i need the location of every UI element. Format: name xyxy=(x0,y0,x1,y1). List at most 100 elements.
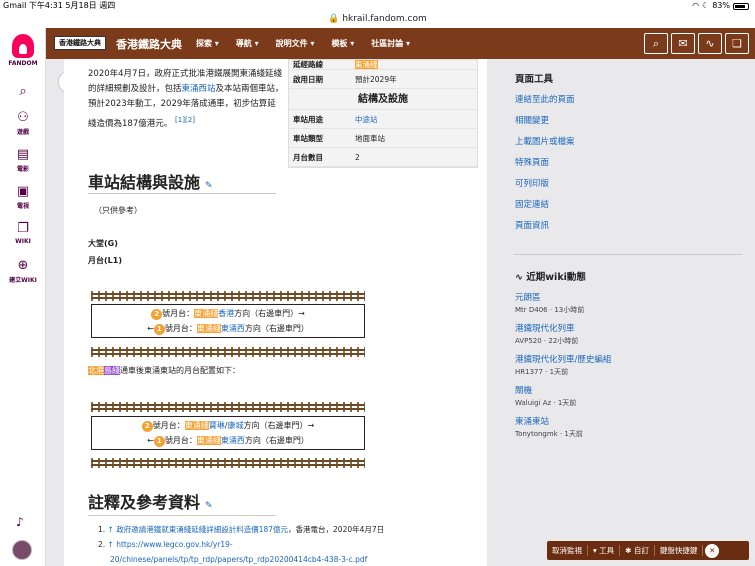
section-heading-references: 註釋及參考資料 ✎ xyxy=(88,489,213,513)
intro-ref[interactable]: [1][2] xyxy=(175,115,195,124)
platform-text: 方向（右邊車門） xyxy=(244,436,309,445)
rail-item-games[interactable]: ⚇ 遊戲 xyxy=(0,110,46,136)
intro-paragraph: 2020年4月7日，政府正式批准港鐵展開東涌綫延綫的詳細規劃及設計，包括東涌西站… xyxy=(88,67,284,132)
close-icon[interactable]: ✕ xyxy=(705,543,720,558)
platform-text: 號月台： xyxy=(164,324,197,333)
tool-what-links-here[interactable]: 連結至此的頁面 xyxy=(515,93,755,114)
line-badge[interactable]: 島綫 xyxy=(104,366,120,375)
reference-number: 1. xyxy=(98,525,106,534)
menu-community[interactable]: 社區討論 ▾ xyxy=(371,38,410,49)
wiki-logo[interactable]: 香港鐵路大典 xyxy=(54,36,106,50)
infobox-key: 啟用日期 xyxy=(293,74,323,84)
recent-item: 港鐵現代化列車 AVP520 · 22小時前 xyxy=(515,322,755,346)
reference-link[interactable]: ↑ https://www.legco.gov.hk/yr19- xyxy=(108,540,233,549)
recent-item-title[interactable]: 東涌東站 xyxy=(515,415,755,427)
tool-permanent-link[interactable]: 固定連結 xyxy=(515,198,755,219)
fandom-logo[interactable]: FANDOM xyxy=(8,34,38,67)
notification-bell-icon[interactable]: ♪ xyxy=(16,515,24,529)
destination-link[interactable]: 東涌西 xyxy=(221,436,245,445)
rail-item-wiki[interactable]: ❐ WIKI xyxy=(0,221,46,245)
infobox-key: 月台數目 xyxy=(293,152,323,162)
menu-navigation[interactable]: 導航 ▾ xyxy=(236,38,259,49)
more-icon[interactable]: ❏ xyxy=(725,33,749,54)
wiki-icon: ❐ xyxy=(17,221,29,236)
rail-item-tv[interactable]: ▣ 電視 xyxy=(0,184,46,210)
section-heading-structure: 車站結構與設施 ✎ xyxy=(88,169,213,193)
line-badge[interactable]: 北港 xyxy=(88,366,104,375)
search-icon[interactable]: ⌕ xyxy=(644,33,668,54)
rail-item-label: 電視 xyxy=(16,203,29,210)
unwatch-button[interactable]: 取消監視 xyxy=(547,545,588,556)
tools-button[interactable]: ▾ 工具 xyxy=(588,545,621,556)
game-icon: ⚇ xyxy=(17,110,29,125)
platform-text: 方向（右邊車門）→ xyxy=(243,421,315,430)
menu-explore[interactable]: 探索 ▾ xyxy=(196,38,219,49)
search-icon: ⌕ xyxy=(19,84,27,99)
wiki-name[interactable]: 香港鐵路大典 xyxy=(116,36,182,52)
fandom-flame-icon xyxy=(12,34,34,58)
bottom-toolbar: 取消監視 ▾ 工具 ✱ 自訂 鍵盤快捷鍵 ✕ xyxy=(547,541,749,560)
shortcuts-button[interactable]: 鍵盤快捷鍵 xyxy=(655,545,704,556)
article-content: 2020年4月7日，政府正式批准港鐵展開東涌綫延綫的詳細規劃及設計，包括東涌西站… xyxy=(64,59,487,566)
recent-item-title[interactable]: 港鐵現代化列車/歷史編組 xyxy=(515,353,755,365)
recent-item: 閘機 Waluigi Az · 1天前 xyxy=(515,384,755,408)
level-platform: 月台(L1) xyxy=(88,256,122,265)
tool-upload[interactable]: 上載圖片或檔案 xyxy=(515,135,755,156)
platform-number-badge: 1 xyxy=(153,324,165,335)
destination-link[interactable]: 東涌西 xyxy=(221,324,245,333)
platform-2-line: 2 號月台：東涌綫香港方向（右邊車門）→ xyxy=(92,308,364,320)
tool-printable[interactable]: 可列印版 xyxy=(515,177,755,198)
tool-page-info[interactable]: 頁面資訊 xyxy=(515,219,755,240)
rail-track xyxy=(91,291,365,301)
wiki-top-nav: 香港鐵路大典 香港鐵路大典 探索 ▾ 導航 ▾ 說明文件 ▾ 模板 ▾ 社區討論… xyxy=(46,28,755,59)
edit-section-icon[interactable]: ✎ xyxy=(205,181,213,191)
plus-icon: ⊕ xyxy=(17,258,29,273)
line-badge[interactable]: 東涌綫 xyxy=(184,421,209,430)
recent-item-title[interactable]: 港鐵現代化列車 xyxy=(515,322,755,334)
only-reference-note: （只供參考） xyxy=(94,206,142,215)
sidebar-divider xyxy=(514,254,742,255)
rail-search-button[interactable]: ⌕ xyxy=(0,84,46,101)
menu-templates[interactable]: 模板 ▾ xyxy=(331,38,354,49)
discussion-icon[interactable]: ✉ xyxy=(671,33,695,54)
platform-number-badge: 2 xyxy=(151,309,163,320)
destination-link[interactable]: 寶琳 xyxy=(209,421,225,430)
intro-link[interactable]: 東涌西站 xyxy=(182,84,216,94)
battery-icon xyxy=(733,2,749,10)
line-badge[interactable]: 東涌綫 xyxy=(196,436,221,445)
platform-text: 方向（右邊車門） xyxy=(244,324,309,333)
user-avatar[interactable] xyxy=(12,540,32,560)
url-text: hkrail.fandom.com xyxy=(342,14,427,24)
rail-item-movies[interactable]: ▤ 電影 xyxy=(0,147,46,173)
tool-related-changes[interactable]: 相關變更 xyxy=(515,114,755,135)
rail-item-create-wiki[interactable]: ⊕ 建立WIKI xyxy=(0,258,46,284)
menu-docs[interactable]: 說明文件 ▾ xyxy=(276,38,315,49)
line-badge[interactable]: 東涌綫 xyxy=(194,309,219,318)
recent-item-title[interactable]: 閘機 xyxy=(515,384,755,396)
reference-item-cont: 20/chinese/panels/tp/tp_rdp/papers/tp_rd… xyxy=(98,552,384,566)
recent-item-title[interactable]: 元朗區 xyxy=(515,291,755,303)
infobox-value[interactable]: 中途站 xyxy=(355,114,477,125)
rail-track xyxy=(91,347,365,357)
note-text: 通車後東涌東站的月台配置如下： xyxy=(120,366,240,375)
reference-link[interactable]: ↑ 政府邀請港鐵就東涌綫延綫詳細設計料造價187億元 xyxy=(108,525,288,534)
infobox-section-head: 結構及設施 xyxy=(289,89,477,110)
infobox-value[interactable]: 東涌綫 xyxy=(355,60,378,69)
destination-link[interactable]: 香港 xyxy=(218,309,234,318)
platform-diagram-2: 2 號月台：東涌綫寶琳/康城方向（右邊車門）→ ← 1 號月台：東涌綫東涌西方向（右邊… xyxy=(91,416,365,450)
status-left: Gmail 下午4:31 5月18日 週四 xyxy=(3,1,116,10)
level-concourse: 大堂(G) xyxy=(88,239,118,248)
tool-special-pages[interactable]: 特殊頁面 xyxy=(515,156,755,177)
recent-item-meta: Mtr D406 · 13小時前 xyxy=(515,306,585,314)
recent-item-meta: Waluigi Az · 1天前 xyxy=(515,399,577,407)
activity-icon[interactable]: ∿ xyxy=(698,33,722,54)
line-badge[interactable]: 東涌綫 xyxy=(196,324,221,333)
section-title: 車站結構與設施 xyxy=(88,173,201,192)
destination-link[interactable]: 康城 xyxy=(228,421,244,430)
platform-2-line: 2 號月台：東涌綫寶琳/康城方向（右邊車門）→ xyxy=(92,420,364,432)
platform-1-line: ← 1 號月台：東涌綫東涌西方向（右邊車門） xyxy=(92,435,364,447)
reference-link[interactable]: 20/chinese/panels/tp/tp_rdp/papers/tp_rd… xyxy=(110,555,367,564)
edit-section-icon[interactable]: ✎ xyxy=(205,501,213,511)
customize-button[interactable]: ✱ 自訂 xyxy=(620,545,655,556)
url-bar[interactable]: 🔒 hkrail.fandom.com xyxy=(0,12,755,28)
